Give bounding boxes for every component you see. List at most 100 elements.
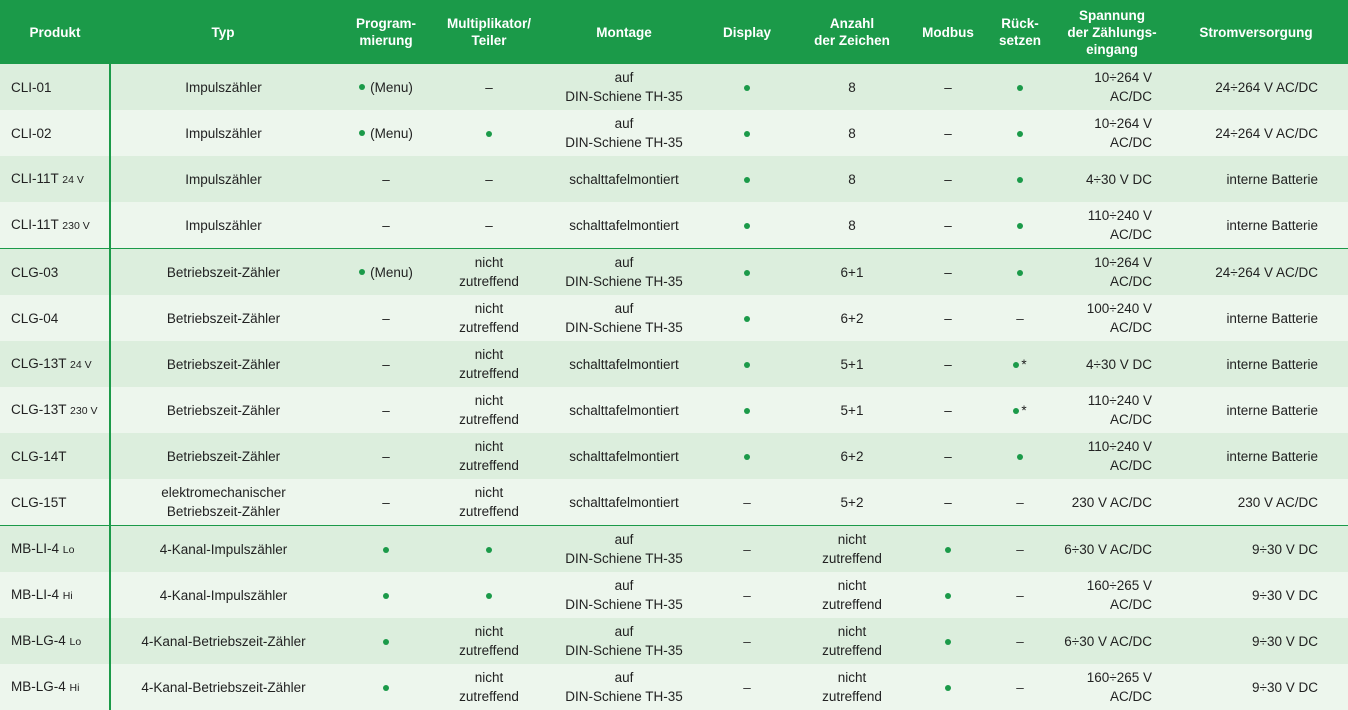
cell-typ: Impulszähler — [110, 64, 336, 110]
dash-text: – — [743, 633, 751, 649]
cell-modbus — [916, 525, 980, 572]
cell-typ: Impulszähler — [110, 110, 336, 156]
status-dot-icon — [1017, 453, 1023, 460]
header-produkt: Produkt — [0, 0, 110, 64]
status-dot-icon — [744, 361, 750, 368]
cell-modbus — [916, 664, 980, 710]
table-row: CLG-13T 24 V Betriebszeit-Zähler – nicht zut… — [0, 341, 1348, 387]
cell-multiplikator: nicht zutreffend — [436, 387, 542, 433]
prog-text: – — [382, 217, 390, 233]
cell-multiplikator: nicht zutreffend — [436, 341, 542, 387]
dash-text: – — [1016, 587, 1024, 603]
cell-spannung: 110÷240 V AC/DC — [1060, 387, 1164, 433]
modbus-text: – — [944, 171, 952, 187]
cell-spannung: 10÷264 V AC/DC — [1060, 248, 1164, 295]
zeichen-text: zutreffend — [822, 597, 882, 612]
cell-zeichen: 5+1 — [788, 387, 916, 433]
product-name: CLI-11T — [11, 170, 59, 186]
cell-zeichen: nicht zutreffend — [788, 525, 916, 572]
montage-text: DIN-Schiene TH-35 — [565, 89, 683, 104]
cell-spannung: 6÷30 V AC/DC — [1060, 525, 1164, 572]
zeichen-text: 5+1 — [840, 356, 864, 372]
montage-text: schalttafelmontiert — [569, 171, 679, 187]
cell-ruecksetzen: * — [980, 341, 1060, 387]
cell-typ: Betriebszeit-Zähler — [110, 387, 336, 433]
cell-produkt: CLG-03 — [0, 248, 111, 295]
cell-modbus: – — [916, 387, 980, 433]
strom-text: interne Batterie — [1226, 448, 1318, 464]
typ-text: Betriebszeit-Zähler — [166, 310, 281, 326]
cell-zeichen: nicht zutreffend — [788, 664, 916, 710]
montage-text: auf — [614, 578, 634, 593]
cell-montage: auf DIN-Schiene TH-35 — [542, 110, 706, 156]
status-dot-icon — [945, 546, 951, 553]
status-dot-icon — [359, 129, 366, 136]
header-zeichen: Anzahl der Zeichen — [788, 0, 916, 64]
cell-modbus: – — [916, 479, 980, 526]
cell-spannung: 4÷30 V DC — [1060, 156, 1164, 202]
table-row: MB-LI-4 Lo 4-Kanal-Impulszähler auf DIN-Sch… — [0, 525, 1348, 572]
cell-display — [706, 341, 788, 387]
zeichen-text: 8 — [848, 171, 856, 187]
modbus-text: – — [944, 356, 952, 372]
cell-zeichen: 8 — [788, 64, 916, 110]
cell-spannung: 10÷264 V AC/DC — [1060, 64, 1164, 110]
cell-montage: schalttafelmontiert — [542, 341, 706, 387]
cell-stromversorgung: 9÷30 V DC — [1164, 664, 1348, 710]
modbus-text: – — [944, 217, 952, 233]
cell-multiplikator — [436, 110, 542, 156]
prog-text: – — [382, 310, 390, 326]
status-dot-icon — [359, 268, 366, 275]
modbus-text: – — [944, 448, 952, 464]
cell-zeichen: 6+1 — [788, 248, 916, 295]
status-dot-icon — [1017, 222, 1023, 229]
dash-text: – — [1016, 633, 1024, 649]
montage-text: DIN-Schiene TH-35 — [565, 135, 683, 150]
strom-text: 24÷264 V AC/DC — [1215, 264, 1318, 280]
mult-text: zutreffend — [459, 320, 519, 335]
cell-display: – — [706, 664, 788, 710]
product-suffix: Lo — [62, 543, 75, 556]
cell-stromversorgung: interne Batterie — [1164, 156, 1348, 202]
typ-text: Impulszähler — [185, 125, 262, 141]
status-dot-icon — [945, 592, 951, 599]
strom-text: 9÷30 V DC — [1252, 679, 1318, 695]
cell-ruecksetzen — [980, 202, 1060, 249]
cell-display — [706, 433, 788, 479]
cell-display — [706, 202, 788, 249]
cell-montage: auf DIN-Schiene TH-35 — [542, 295, 706, 341]
strom-text: interne Batterie — [1226, 310, 1318, 326]
mult-text: – — [485, 171, 493, 187]
status-dot-icon — [383, 546, 389, 553]
cell-modbus: – — [916, 64, 980, 110]
zeichen-text: 8 — [848, 125, 856, 141]
typ-text: elektromechanischer — [161, 485, 286, 500]
mult-text: – — [485, 79, 493, 95]
zeichen-text: nicht — [837, 532, 867, 547]
strom-text: interne Batterie — [1226, 356, 1318, 372]
product-name: CLI-11T — [11, 216, 59, 232]
zeichen-text: nicht — [837, 578, 867, 593]
spannung-text: 4÷30 V DC — [1086, 171, 1152, 187]
cell-produkt: CLG-15T — [0, 479, 111, 526]
strom-text: 230 V AC/DC — [1237, 494, 1318, 510]
cell-spannung: 160÷265 V AC/DC — [1060, 572, 1164, 618]
cell-spannung: 110÷240 V AC/DC — [1060, 433, 1164, 479]
cell-zeichen: nicht zutreffend — [788, 572, 916, 618]
cell-multiplikator: nicht zutreffend — [436, 433, 542, 479]
cell-stromversorgung: 9÷30 V DC — [1164, 525, 1348, 572]
product-name: CLG-15T — [11, 494, 67, 510]
zeichen-text: 5+1 — [840, 402, 864, 418]
status-dot-icon — [945, 638, 951, 645]
cell-typ: Betriebszeit-Zähler — [110, 341, 336, 387]
product-name: CLG-13T — [11, 355, 67, 371]
spannung-text: 6÷30 V AC/DC — [1064, 633, 1152, 649]
cell-display: – — [706, 618, 788, 664]
header-display: Display — [706, 0, 788, 64]
header-stromversorgung: Stromversorgung — [1164, 0, 1348, 64]
dash-text: – — [743, 541, 751, 557]
zeichen-text: zutreffend — [822, 551, 882, 566]
zeichen-text: 8 — [848, 217, 856, 233]
cell-montage: auf DIN-Schiene TH-35 — [542, 64, 706, 110]
cell-ruecksetzen — [980, 64, 1060, 110]
